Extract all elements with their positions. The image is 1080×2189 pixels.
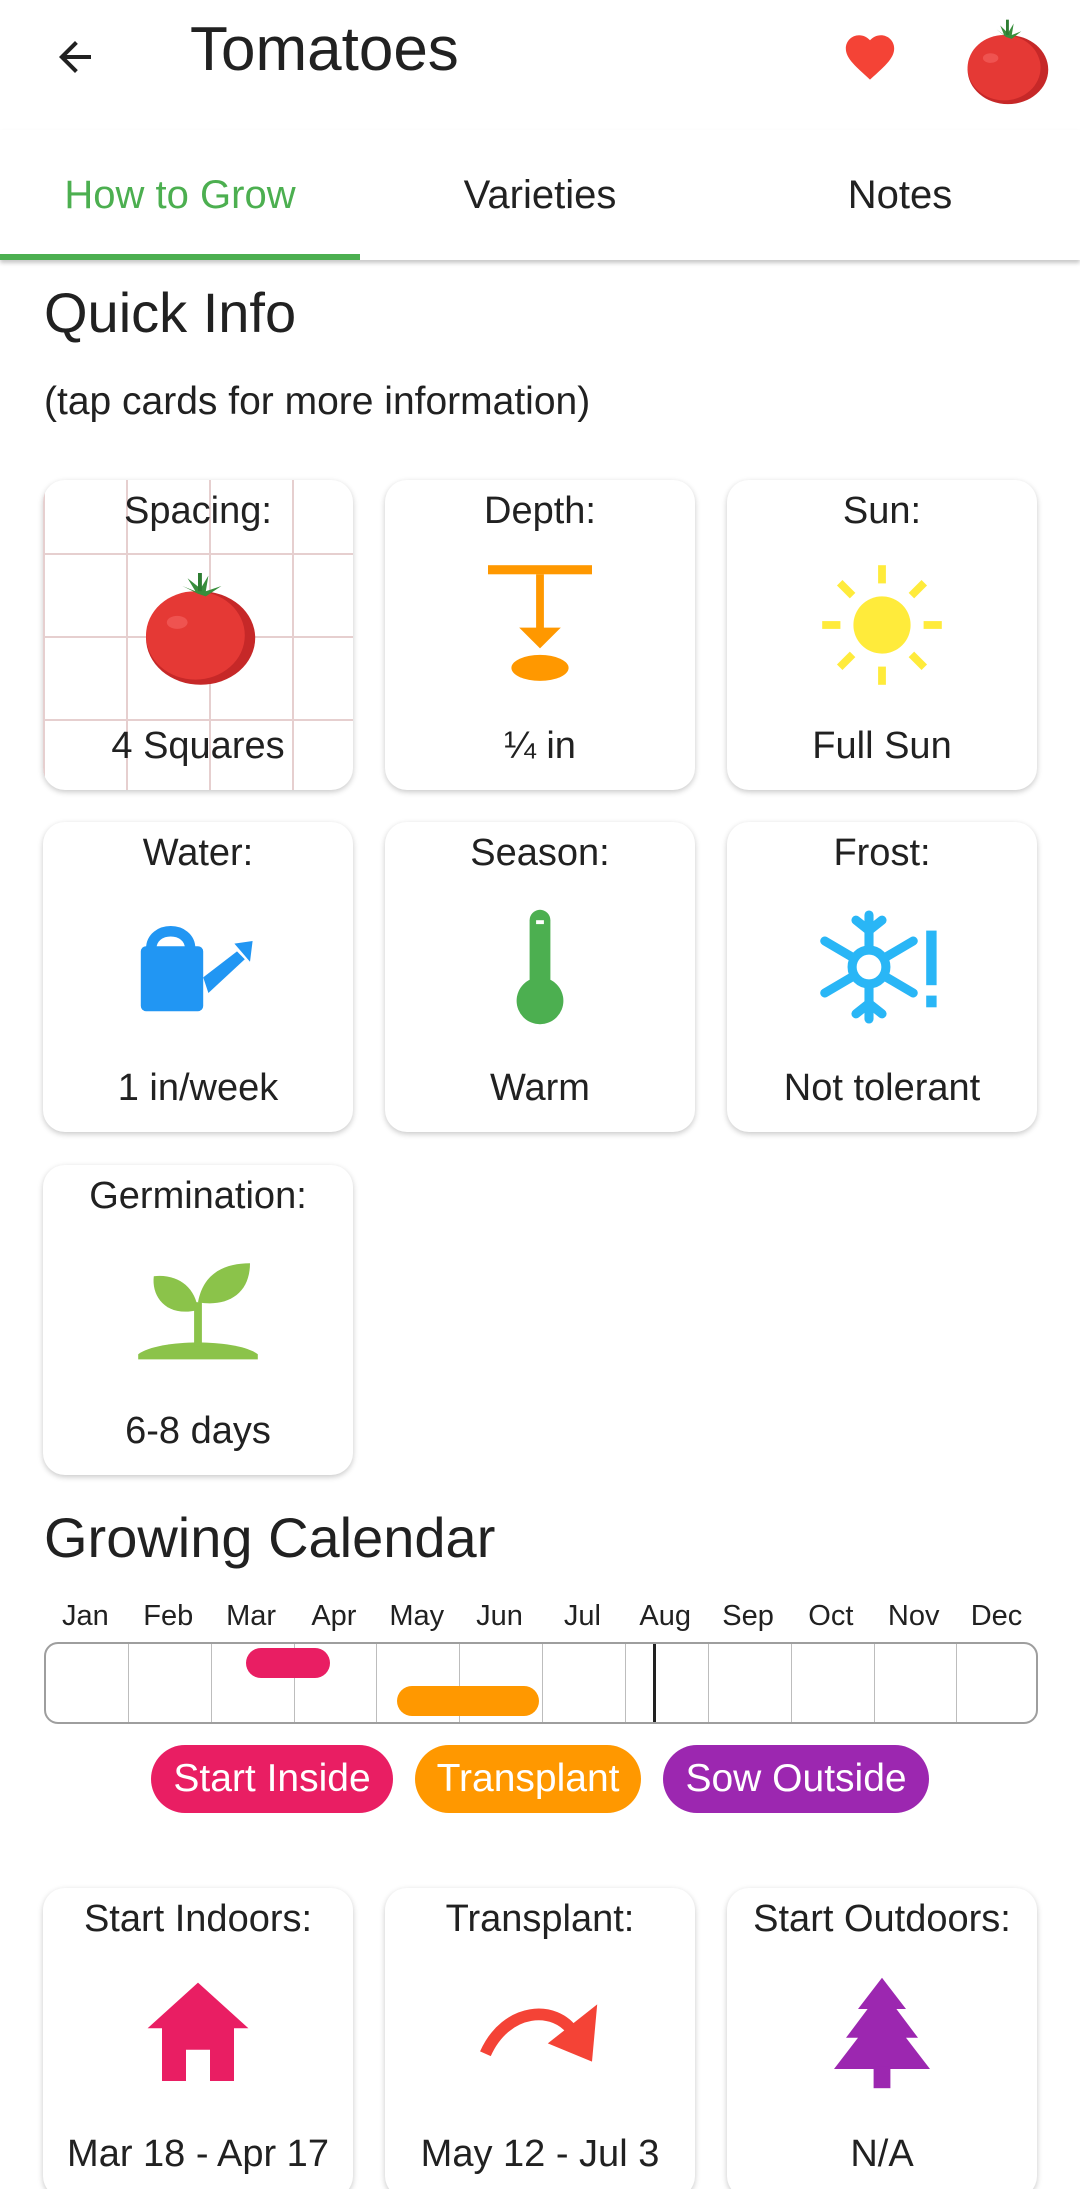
- card-value: Warm: [490, 1067, 590, 1109]
- tab-how-to-grow[interactable]: How to Grow: [0, 130, 360, 260]
- house-icon: [147, 1982, 249, 2081]
- favorite-button[interactable]: [835, 22, 905, 92]
- card-label: Start Indoors:: [83, 1898, 313, 1940]
- tomato-icon: [146, 573, 256, 685]
- card-value: N/A: [850, 2133, 914, 2175]
- month-divider: [625, 1644, 626, 1722]
- month-divider: [376, 1644, 377, 1722]
- card-value: May 12 - Jul 3: [420, 2133, 660, 2175]
- card-label: Frost:: [833, 832, 931, 874]
- page-title: Tomatoes: [190, 15, 459, 84]
- quick-info-heading: Quick Info: [44, 281, 297, 344]
- month-label: Dec: [970, 1600, 1023, 1632]
- month-divider: [211, 1644, 212, 1722]
- tab-notes[interactable]: Notes: [720, 130, 1080, 260]
- month-label: Mar: [226, 1600, 277, 1632]
- quick-info-subtitle: (tap cards for more information): [44, 380, 591, 423]
- back-button[interactable]: [40, 22, 110, 92]
- watering-can-icon: [140, 926, 253, 1012]
- card-label: Germination:: [89, 1175, 307, 1217]
- legend-transplant: Transplant: [414, 1745, 642, 1813]
- season-card[interactable]: Season: Warm: [385, 822, 695, 1132]
- month-divider: [956, 1644, 957, 1722]
- arrow-left-icon: [59, 41, 91, 73]
- card-value: 4 Squares: [111, 725, 285, 767]
- frost-card[interactable]: Frost: Not tolerant: [727, 822, 1037, 1132]
- month-label: Apr: [311, 1600, 357, 1632]
- snowflake-alert-icon: [820, 910, 937, 1024]
- calendar-months: Jan Feb Mar Apr May Jun Jul Aug Sep Oct …: [44, 1600, 1038, 1633]
- month-divider: [708, 1644, 709, 1722]
- germination-card[interactable]: Germination: 6-8 days: [43, 1165, 353, 1475]
- card-label: Depth:: [484, 490, 596, 532]
- transplant-card[interactable]: Transplant: May 12 - Jul 3: [385, 1888, 695, 2189]
- month-label: Aug: [639, 1600, 692, 1632]
- curved-arrow-icon: [480, 2004, 598, 2062]
- card-label: Transplant:: [445, 1898, 635, 1940]
- calendar-legend: Start Inside Transplant Sow Outside: [0, 1745, 1080, 1813]
- water-card[interactable]: Water: 1 in/week: [43, 822, 353, 1132]
- month-label: Jul: [563, 1600, 601, 1632]
- legend-sow-outside: Sow Outside: [663, 1745, 929, 1813]
- card-label: Sun:: [842, 490, 922, 532]
- start-indoors-card[interactable]: Start Indoors: Mar 18 - Apr 17: [43, 1888, 353, 2189]
- card-value: Full Sun: [812, 725, 952, 767]
- seed-depth-icon: [488, 565, 592, 681]
- month-label: Jan: [62, 1600, 109, 1632]
- month-label: Nov: [887, 1600, 940, 1632]
- growing-calendar-heading: Growing Calendar: [44, 1506, 496, 1569]
- tree-icon: [834, 1977, 930, 2089]
- depth-card[interactable]: Depth: ¼ in: [385, 480, 695, 790]
- today-marker: [653, 1644, 656, 1722]
- sun-icon: [822, 565, 942, 685]
- legend-start-inside: Start Inside: [151, 1745, 393, 1813]
- thermometer-icon: [516, 909, 564, 1025]
- card-value: 6-8 days: [125, 1410, 271, 1452]
- card-value: ¼ in: [504, 725, 576, 767]
- month-label: Feb: [143, 1600, 194, 1632]
- card-value: 1 in/week: [117, 1067, 279, 1109]
- month-label: Sep: [722, 1600, 774, 1632]
- month-divider: [874, 1644, 875, 1722]
- sun-card[interactable]: Sun: Full Sun: [727, 480, 1037, 790]
- month-label: May: [389, 1600, 445, 1632]
- sprout-icon: [138, 1263, 258, 1360]
- calendar-timeline[interactable]: [44, 1642, 1038, 1724]
- app-bar: Tomatoes: [0, 0, 1080, 116]
- month-label: Jun: [476, 1600, 523, 1632]
- tab-varieties[interactable]: Varieties: [360, 130, 720, 260]
- start-inside-range: [246, 1648, 330, 1678]
- month-label: Oct: [808, 1600, 854, 1632]
- card-label: Spacing:: [124, 490, 272, 532]
- tab-bar: How to Grow Varieties Notes: [0, 130, 1080, 260]
- card-value: Mar 18 - Apr 17: [67, 2133, 329, 2175]
- tomato-avatar-icon: [967, 19, 1049, 105]
- card-value: Not tolerant: [783, 1067, 981, 1109]
- month-divider: [542, 1644, 543, 1722]
- content-scroll[interactable]: Quick Info (tap cards for more informati…: [0, 260, 1080, 2189]
- card-label: Start Outdoors:: [753, 1898, 1011, 1940]
- transplant-range: [397, 1686, 539, 1716]
- card-label: Water:: [142, 832, 254, 874]
- month-divider: [791, 1644, 792, 1722]
- month-divider: [128, 1644, 129, 1722]
- card-label: Season:: [470, 832, 610, 874]
- heart-icon: [845, 35, 895, 80]
- start-outdoors-card[interactable]: Start Outdoors: N/A: [727, 1888, 1037, 2189]
- spacing-card[interactable]: Spacing: 4 Squares: [43, 480, 353, 790]
